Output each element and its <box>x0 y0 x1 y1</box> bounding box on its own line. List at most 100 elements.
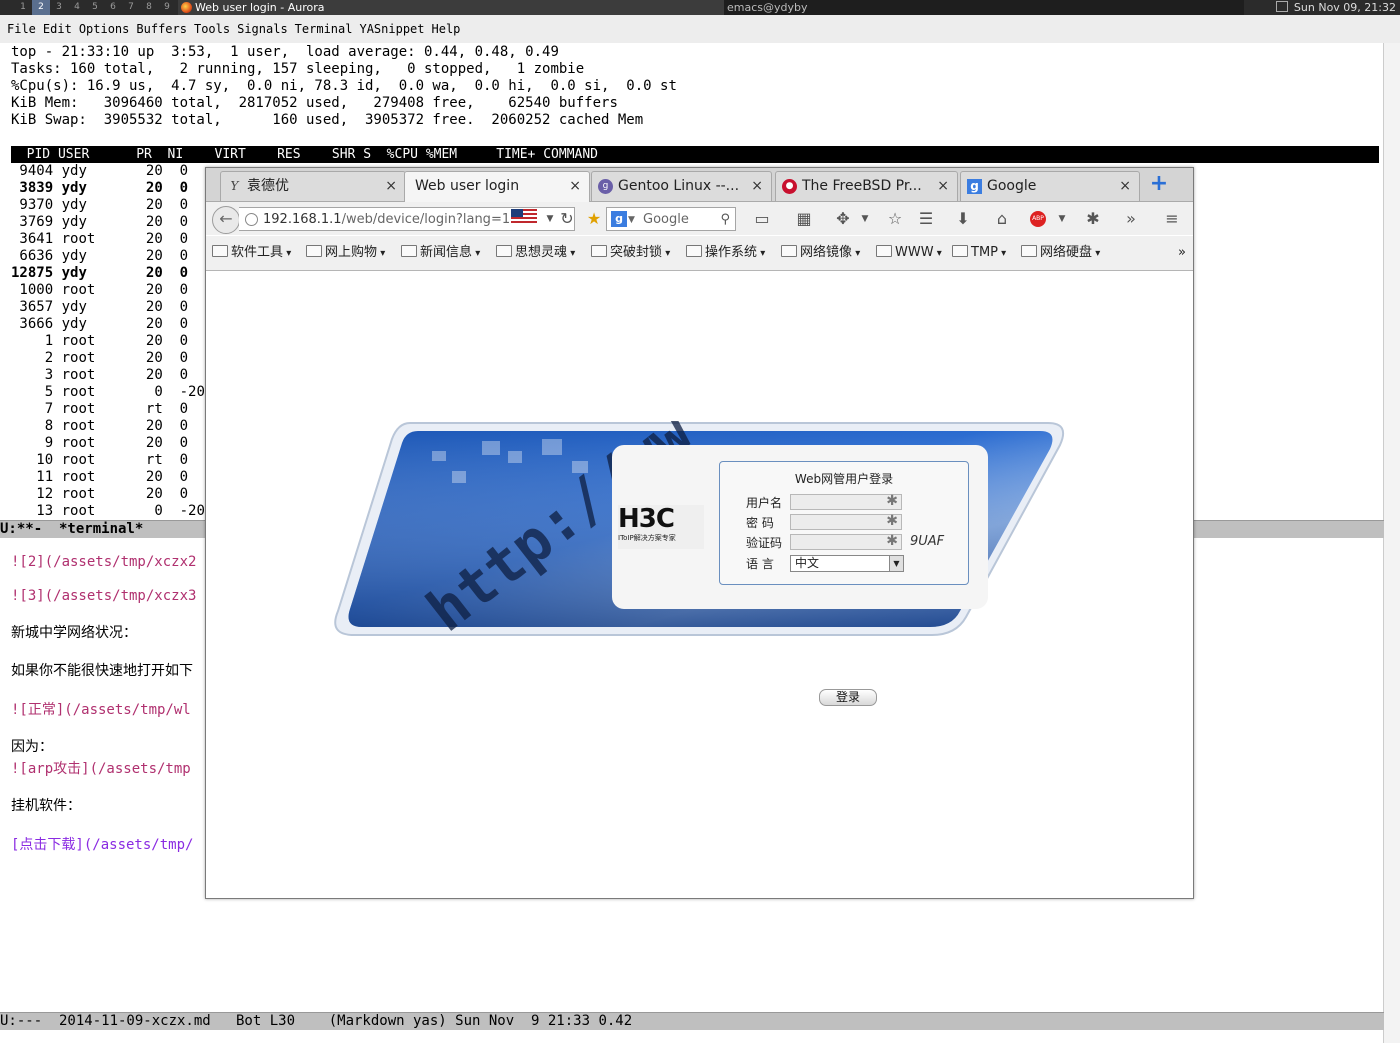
workspace-button[interactable]: 2 <box>32 0 50 15</box>
process-user: root <box>61 435 96 451</box>
bookmark-folder[interactable]: TMP ▾ <box>952 236 1006 271</box>
tab-yuandeyou[interactable]: Y 袁德优 × <box>220 171 406 201</box>
process-pid: 11 <box>11 469 54 485</box>
bookmark-folder[interactable]: 操作系统 ▾ <box>686 236 765 271</box>
close-icon[interactable]: × <box>937 172 949 200</box>
process-pid: 3 <box>11 367 54 383</box>
process-user: ydy <box>61 214 96 230</box>
workspace-button[interactable]: 8 <box>140 0 158 15</box>
process-row: 3666 ydy 20 0 <box>11 316 188 333</box>
tab-gentoo[interactable]: g Gentoo Linux --... × <box>591 171 772 201</box>
language-select[interactable]: 中文 ▼ <box>790 555 904 572</box>
username-field[interactable]: ✱ <box>790 493 902 510</box>
process-row: 7 root rt 0 <box>11 401 188 418</box>
back-button[interactable]: ← <box>212 206 240 234</box>
menu-item-file[interactable]: File <box>7 22 36 36</box>
taskbar-window-firefox[interactable]: Web user login - Aurora <box>178 0 724 15</box>
bookmark-label: WWW <box>895 245 934 260</box>
dropdown-arrow-icon[interactable]: ▼ <box>1052 210 1072 228</box>
process-priority: 20 <box>145 265 163 281</box>
close-icon[interactable]: × <box>385 172 397 200</box>
bookmark-star-icon[interactable]: ★ <box>584 210 604 228</box>
taskbar-window-emacs[interactable]: emacs@ydyby <box>724 0 1244 15</box>
workspace-button[interactable]: 7 <box>122 0 140 15</box>
menu-item-signals[interactable]: Signals <box>237 22 288 36</box>
bookmark-folder[interactable]: 网络镜像 ▾ <box>781 236 860 271</box>
workspace-button[interactable]: 9 <box>158 0 176 15</box>
asterisk-icon: ✱ <box>886 513 898 529</box>
process-row: 10 root rt 0 <box>11 452 188 469</box>
bookmark-folder[interactable]: 突破封锁 ▾ <box>591 236 670 271</box>
process-row: 1 root 20 0 <box>11 333 188 350</box>
tab-web-user-login[interactable]: Web user login × <box>404 171 590 202</box>
menu-item-help[interactable]: Help <box>432 22 461 36</box>
workspace-button[interactable]: 5 <box>86 0 104 15</box>
tab-google[interactable]: g Google × <box>960 171 1140 201</box>
bookmark-folder[interactable]: 网络硬盘 ▾ <box>1021 236 1100 271</box>
menu-item-buffers[interactable]: Buffers <box>136 22 187 36</box>
bookmarks-toolbar: 软件工具 ▾ 网上购物 ▾ 新闻信息 ▾ 思想灵魂 ▾ 突破封锁 ▾ 操作系统 ▾ 网络镜像… <box>206 236 1193 271</box>
video-icon[interactable]: ▭ <box>752 210 772 228</box>
desktop-panel: 123456789 Web user login - Aurora emacs@… <box>0 0 1400 15</box>
bookmark-folder[interactable]: 思想灵魂 ▾ <box>496 236 575 271</box>
close-icon[interactable]: × <box>1119 172 1131 200</box>
menu-item-terminal[interactable]: Terminal <box>295 22 353 36</box>
password-field[interactable]: ✱ <box>790 513 902 530</box>
star-outline-icon[interactable]: ☆ <box>885 210 905 228</box>
bookmark-label: 操作系统 <box>705 245 758 260</box>
menu-item-edit[interactable]: Edit <box>43 22 72 36</box>
bookmark-label: 软件工具 <box>231 245 284 260</box>
bookmark-label: TMP <box>971 245 998 260</box>
close-icon[interactable]: × <box>751 172 763 200</box>
home-icon[interactable]: ⌂ <box>992 210 1012 228</box>
reader-list-icon[interactable]: ☰ <box>916 210 936 228</box>
overflow-chevron-icon[interactable]: » <box>1121 210 1141 228</box>
modeline-text: U:--- 2014-11-09-xczx.md Bot L30 (Markdo… <box>0 1013 633 1029</box>
reload-icon[interactable]: ↻ <box>557 210 577 228</box>
bookmark-folder[interactable]: 软件工具 ▾ <box>212 236 291 271</box>
menu-item-tools[interactable]: Tools <box>194 22 230 36</box>
folder-icon <box>686 245 702 257</box>
captcha-field[interactable]: ✱ <box>790 533 902 550</box>
puzzle-icon[interactable]: ✥ <box>833 210 853 228</box>
process-nice: 0 <box>179 333 189 349</box>
process-pid: 3769 <box>11 214 54 230</box>
workspace-button[interactable]: 6 <box>104 0 122 15</box>
qr-code-icon[interactable]: ▦ <box>794 210 814 228</box>
menu-item-options[interactable]: Options <box>79 22 130 36</box>
dropdown-arrow-icon: ▾ <box>933 248 942 259</box>
bookmark-folder[interactable]: 新闻信息 ▾ <box>401 236 480 271</box>
close-icon[interactable]: × <box>569 172 581 200</box>
dropdown-arrow-icon: ▼ <box>628 215 635 225</box>
process-pid: 1000 <box>11 282 54 298</box>
process-priority: 20 <box>145 333 163 349</box>
markdown-line: ![正常](/assets/tmp/wl <box>11 702 191 718</box>
dropdown-arrow-icon[interactable]: ▼ <box>855 210 875 228</box>
menu-item-yasnippet[interactable]: YASnippet <box>359 22 424 36</box>
panel-clock[interactable]: Sun Nov 09, 21:32 <box>1275 0 1396 15</box>
new-tab-button[interactable]: + <box>1146 172 1172 198</box>
bookmarks-overflow-icon[interactable]: » <box>1178 236 1186 270</box>
workspace-button[interactable]: 4 <box>68 0 86 15</box>
asterisk-icon: ✱ <box>886 493 898 509</box>
download-icon[interactable]: ⬇ <box>953 210 973 228</box>
login-button[interactable]: 登录 <box>819 689 877 706</box>
captcha-image[interactable]: 9UAF <box>910 534 944 549</box>
workspace-button[interactable]: 1 <box>14 0 32 15</box>
extension-icon[interactable]: ✱ <box>1083 210 1103 228</box>
us-flag-icon[interactable] <box>511 209 537 224</box>
menu-icon[interactable]: ≡ <box>1162 210 1182 228</box>
process-pid: 3641 <box>11 231 54 247</box>
process-user: root <box>61 350 96 366</box>
emacs-scrollbar[interactable] <box>1383 43 1400 1043</box>
adblock-icon[interactable]: ABP <box>1030 211 1046 227</box>
tab-freebsd[interactable]: ● The FreeBSD Pr... × <box>775 171 958 201</box>
login-form-title: Web网管用户登录 <box>794 472 894 486</box>
search-input[interactable]: g ▼ Google ⚲ <box>606 207 736 231</box>
bookmark-folder[interactable]: 网上购物 ▾ <box>306 236 385 271</box>
search-icon[interactable]: ⚲ <box>720 208 730 232</box>
dropdown-arrow-icon: ▾ <box>283 248 292 259</box>
markdown-line: 如果你不能很快速地打开如下 <box>11 663 193 679</box>
workspace-button[interactable]: 3 <box>50 0 68 15</box>
bookmark-folder[interactable]: WWW ▾ <box>876 236 942 271</box>
